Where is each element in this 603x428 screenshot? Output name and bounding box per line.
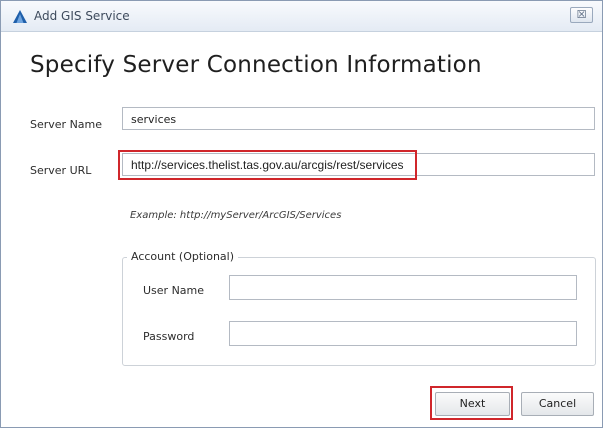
title-bar[interactable]: Add GIS Service ☒ bbox=[1, 1, 602, 32]
arcgis-app-icon bbox=[13, 10, 27, 23]
server-name-input[interactable]: services bbox=[122, 107, 595, 130]
close-button[interactable]: ☒ bbox=[570, 7, 593, 23]
server-url-input[interactable]: http://services.thelist.tas.gov.au/arcgi… bbox=[122, 153, 595, 176]
server-name-label: Server Name bbox=[30, 118, 103, 131]
cancel-button[interactable]: Cancel bbox=[521, 392, 594, 416]
add-gis-service-dialog: Add GIS Service ☒ Specify Server Connect… bbox=[0, 0, 603, 428]
account-group-legend: Account (Optional) bbox=[127, 250, 239, 263]
password-label: Password bbox=[143, 330, 195, 343]
user-name-input[interactable] bbox=[229, 275, 577, 300]
example-url-hint: Example: http://myServer/ArcGIS/Services bbox=[130, 210, 342, 221]
server-url-label: Server URL bbox=[30, 164, 92, 177]
next-button[interactable]: Next bbox=[435, 392, 510, 416]
user-name-label: User Name bbox=[143, 284, 205, 297]
window-title: Add GIS Service bbox=[34, 9, 130, 23]
page-title: Specify Server Connection Information bbox=[30, 52, 482, 78]
password-input[interactable] bbox=[229, 321, 577, 346]
close-icon: ☒ bbox=[576, 8, 587, 21]
account-group bbox=[122, 257, 596, 366]
